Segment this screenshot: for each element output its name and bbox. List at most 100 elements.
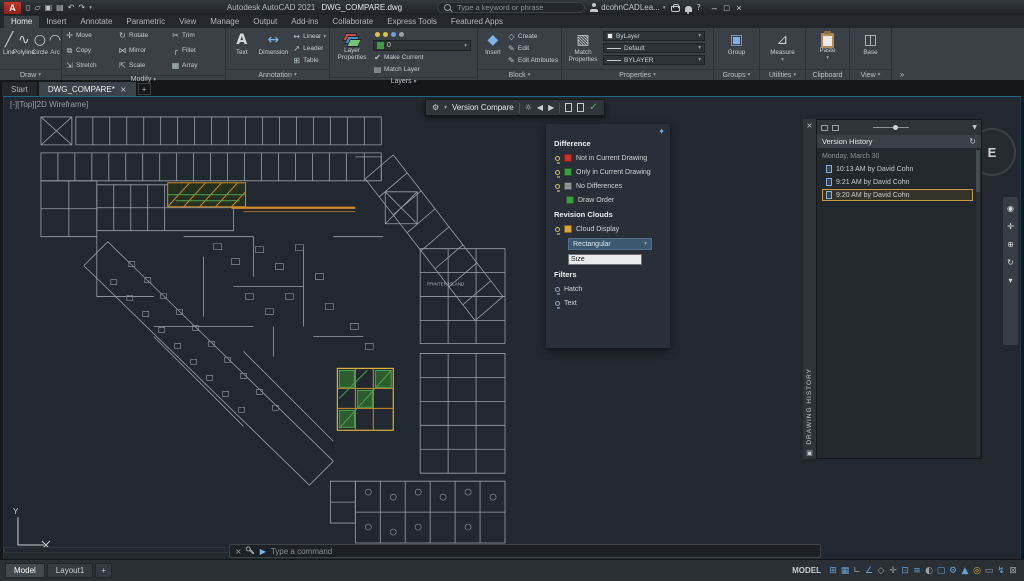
app-menu-button[interactable]: A xyxy=(4,2,21,14)
layer-dropdown[interactable]: 0▾ xyxy=(373,40,471,51)
mirror-tool[interactable]: ⋈Mirror xyxy=(118,45,169,56)
ortho-icon[interactable]: ∟ xyxy=(851,566,863,576)
diff-row-no-differences[interactable]: No Differences xyxy=(552,179,664,193)
qat-menu-icon[interactable]: ▾ xyxy=(89,5,92,11)
linear-tool[interactable]: ↔Linear▾ xyxy=(292,31,326,42)
linetype-dropdown[interactable]: BYLAYER▾ xyxy=(603,55,705,65)
refresh-icon[interactable]: ↻ xyxy=(969,137,976,146)
layer-properties-tool[interactable]: Layer Properties xyxy=(333,30,371,75)
next-difference-arrow[interactable]: ▶ xyxy=(548,103,554,112)
notifications-icon[interactable] xyxy=(685,6,692,12)
selection-cycling-icon[interactable]: ▢ xyxy=(935,566,947,576)
edit-attributes-tool[interactable]: ✎Edit Attributes xyxy=(507,55,558,66)
panel-label-layers[interactable]: Layers▾ xyxy=(330,77,477,85)
isolate-objects-icon[interactable]: ◎ xyxy=(971,566,983,576)
history-entry[interactable]: 9:21 AM by David Cohn xyxy=(822,176,973,188)
lineweight-icon[interactable]: ≡ xyxy=(911,566,923,576)
print-icon[interactable]: ▤ xyxy=(56,3,64,12)
history-entry-selected[interactable]: 9:20 AM by David Cohn xyxy=(822,189,973,201)
orbit-icon[interactable]: ↻ xyxy=(1007,258,1014,267)
match-properties-tool[interactable]: ▧Match Properties xyxy=(565,30,601,67)
visibility-bulb-icon[interactable] xyxy=(555,184,560,189)
tab-parametric[interactable]: Parametric xyxy=(119,16,172,28)
panel-label-block[interactable]: Block▾ xyxy=(478,69,561,80)
diff-row-only-in-current[interactable]: Only in Current Drawing xyxy=(552,165,664,179)
circle-tool[interactable]: ○Circle xyxy=(33,30,47,67)
snap-icon[interactable]: ▦ xyxy=(839,566,851,576)
autohide-pin-icon[interactable]: ▣ xyxy=(806,449,813,457)
annotation-scale-icon[interactable]: ▲ xyxy=(959,566,971,576)
close-command-line-icon[interactable]: × xyxy=(235,547,242,556)
versions-filter-icon[interactable] xyxy=(821,125,828,131)
dimension-tool[interactable]: ↔Dimension xyxy=(257,30,291,67)
visibility-bulb-icon[interactable] xyxy=(555,170,560,175)
minimize-button[interactable]: – xyxy=(712,3,717,13)
import-drawing-icon[interactable] xyxy=(565,103,572,112)
command-input-hint[interactable]: Type a command xyxy=(271,547,332,556)
array-tool[interactable]: ▦Array xyxy=(171,60,222,71)
visibility-bulb-icon[interactable] xyxy=(555,156,560,161)
panel-label-annotation[interactable]: Annotation▾ xyxy=(226,69,329,80)
polyline-tool[interactable]: ∿Polyline xyxy=(17,30,31,67)
store-icon[interactable] xyxy=(671,6,680,12)
users-filter-icon[interactable] xyxy=(832,125,839,131)
panel-label-view[interactable]: View▾ xyxy=(850,69,891,80)
color-dropdown[interactable]: ByLayer▾ xyxy=(603,31,705,41)
isodraft-icon[interactable]: ◇ xyxy=(875,566,887,576)
arc-tool[interactable]: ◠Arc xyxy=(49,30,61,67)
copy-tool[interactable]: ⧉Copy xyxy=(65,45,116,56)
create-block-tool[interactable]: ◇Create xyxy=(507,31,558,42)
search-field[interactable]: Type a keyword or phrase xyxy=(437,2,585,13)
accept-compare-check-icon[interactable]: ✓ xyxy=(589,102,597,113)
history-entry[interactable]: 10:13 AM by David Cohn xyxy=(822,163,973,175)
ribbon-overflow-button[interactable]: » xyxy=(892,28,912,80)
diff-color-swatch[interactable] xyxy=(564,154,572,162)
panel-label-groups[interactable]: Groups▾ xyxy=(714,69,759,80)
open-file-icon[interactable]: ▱ xyxy=(34,3,40,12)
filter-bulb-icon[interactable] xyxy=(555,301,560,306)
gear-caret-icon[interactable]: ▾ xyxy=(444,105,447,111)
tab-collaborate[interactable]: Collaborate xyxy=(325,16,380,28)
zoom-icon[interactable]: ⊕ xyxy=(1007,240,1014,249)
lineweight-dropdown[interactable]: Default▾ xyxy=(603,43,705,53)
settings-flyout-icon[interactable]: ✦ xyxy=(658,127,665,136)
visibility-bulb-icon[interactable] xyxy=(555,227,560,232)
file-tab-current[interactable]: DWG_COMPARE*× xyxy=(39,82,136,96)
filter-row-text[interactable]: Text xyxy=(552,296,664,310)
object-snap-icon[interactable]: ⊡ xyxy=(899,566,911,576)
restore-button[interactable]: □ xyxy=(724,3,729,13)
close-button[interactable]: × xyxy=(736,3,741,13)
panel-label-draw[interactable]: Draw▾ xyxy=(0,69,61,80)
tab-featured-apps[interactable]: Featured Apps xyxy=(444,16,510,28)
measure-tool[interactable]: ⊿Measure▾ xyxy=(765,30,801,67)
move-tool[interactable]: ✛Move xyxy=(65,30,116,41)
tab-home[interactable]: Home xyxy=(4,16,39,28)
tab-addins[interactable]: Add-ins xyxy=(284,16,325,28)
clean-screen-icon[interactable]: ⊠ xyxy=(1007,566,1019,576)
tab-express-tools[interactable]: Express Tools xyxy=(380,16,444,28)
history-scrollbar[interactable] xyxy=(976,150,980,456)
tab-view[interactable]: View xyxy=(172,16,203,28)
highlight-differences-icon[interactable]: ☼ xyxy=(525,103,532,112)
base-view-tool[interactable]: ◫Base xyxy=(855,30,887,67)
save-icon[interactable]: ▣ xyxy=(45,3,53,12)
cloud-shape-dropdown[interactable]: Rectangular ▾ xyxy=(568,238,652,250)
insert-tool[interactable]: ◆Insert xyxy=(481,30,505,67)
previous-difference-arrow[interactable]: ◀ xyxy=(537,103,543,112)
make-current-tool[interactable]: ✔Make Current xyxy=(373,52,471,63)
diff-color-swatch[interactable] xyxy=(564,182,572,190)
workspace-gear-icon[interactable]: ⚙ xyxy=(947,566,959,576)
diff-row-draw-order[interactable]: Draw Order xyxy=(552,193,664,207)
leader-tool[interactable]: ↗Leader xyxy=(292,43,326,54)
new-drawing-tab-button[interactable]: + xyxy=(138,83,151,95)
diff-color-swatch[interactable] xyxy=(566,196,574,204)
panel-label-utilities[interactable]: Utilities▾ xyxy=(760,69,805,80)
scale-tool[interactable]: ⇱Scale xyxy=(118,60,169,71)
match-layer-tool[interactable]: ▤Match Layer xyxy=(373,64,471,75)
navbar-menu-icon[interactable]: ▾ xyxy=(1008,276,1012,285)
help-icon[interactable]: ? xyxy=(697,3,701,12)
file-tab-start[interactable]: Start xyxy=(2,82,37,96)
command-line[interactable]: × ▶ Type a command xyxy=(229,544,821,558)
pan-icon[interactable]: ✛ xyxy=(1007,222,1014,231)
panel-label-clipboard[interactable]: Clipboard xyxy=(806,69,849,80)
